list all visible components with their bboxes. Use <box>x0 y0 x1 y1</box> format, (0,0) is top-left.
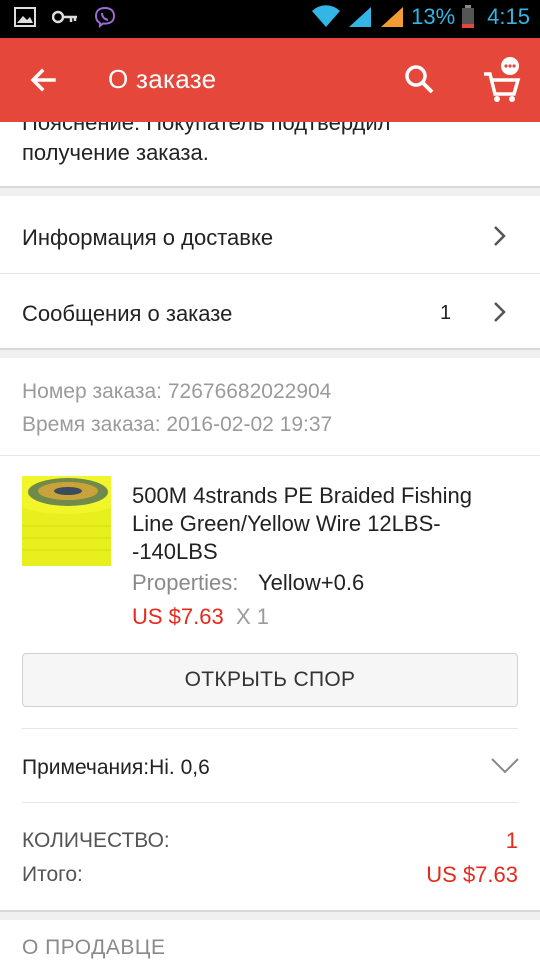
clock: 4:15 <box>487 4 530 29</box>
search-icon[interactable] <box>400 60 440 100</box>
remarks-text: Примечания:Hi. 0,6 <box>22 756 210 779</box>
messages-count: 1 <box>440 302 452 324</box>
row-divider <box>22 802 518 803</box>
signal-icon <box>381 7 404 27</box>
image-icon <box>14 7 36 27</box>
product-title[interactable]: 500M 4strands PE Braided Fishing Line Gr… <box>132 482 512 566</box>
open-dispute-button[interactable]: ОТКРЫТЬ СПОР <box>22 653 518 707</box>
chevron-right-icon <box>494 302 506 322</box>
arrow-left-icon[interactable] <box>24 60 64 100</box>
product-quantity: X 1 <box>236 604 270 629</box>
properties-label: Properties: <box>132 570 239 595</box>
order-number: Номер заказа: 72676682022904 <box>22 380 332 403</box>
chevron-down-icon[interactable] <box>490 756 520 776</box>
viber-icon <box>94 6 116 28</box>
note-text: получение заказа. <box>22 140 209 165</box>
order-time: Время заказа: 2016-02-02 19:37 <box>22 413 333 436</box>
delivery-info-row[interactable]: Информация о доставке <box>0 198 540 274</box>
seller-section-title[interactable]: О ПРОДАВЦЕ <box>22 936 165 960</box>
row-divider <box>0 455 540 456</box>
chevron-right-icon <box>494 226 506 246</box>
order-messages-row[interactable]: Сообщения о заказе 1 <box>0 274 540 348</box>
page-title: О заказе <box>108 64 217 94</box>
wifi-icon <box>312 5 341 27</box>
cart-icon[interactable] <box>478 56 528 104</box>
row-divider <box>22 728 518 729</box>
section-divider <box>0 910 540 920</box>
order-messages-label: Сообщения о заказе <box>22 301 233 326</box>
quantity-value: 1 <box>505 828 518 853</box>
key-icon <box>52 10 77 24</box>
quantity-label: КОЛИЧЕСТВО: <box>22 829 170 852</box>
section-divider <box>0 186 540 196</box>
battery-icon <box>462 5 475 28</box>
properties-value: Yellow+0.6 <box>258 570 365 595</box>
total-value: US $7.63 <box>426 862 518 887</box>
battery-percent: 13% <box>411 4 456 29</box>
section-divider <box>0 348 540 358</box>
total-label: Итого: <box>22 863 83 886</box>
app-bar: О заказе <box>0 38 540 122</box>
product-image[interactable] <box>22 476 111 566</box>
product-price: US $7.63 <box>132 604 224 629</box>
status-bar: 13% 4:15 <box>0 0 540 38</box>
delivery-info-label: Информация о доставке <box>22 225 274 250</box>
signal-icon <box>349 7 372 27</box>
